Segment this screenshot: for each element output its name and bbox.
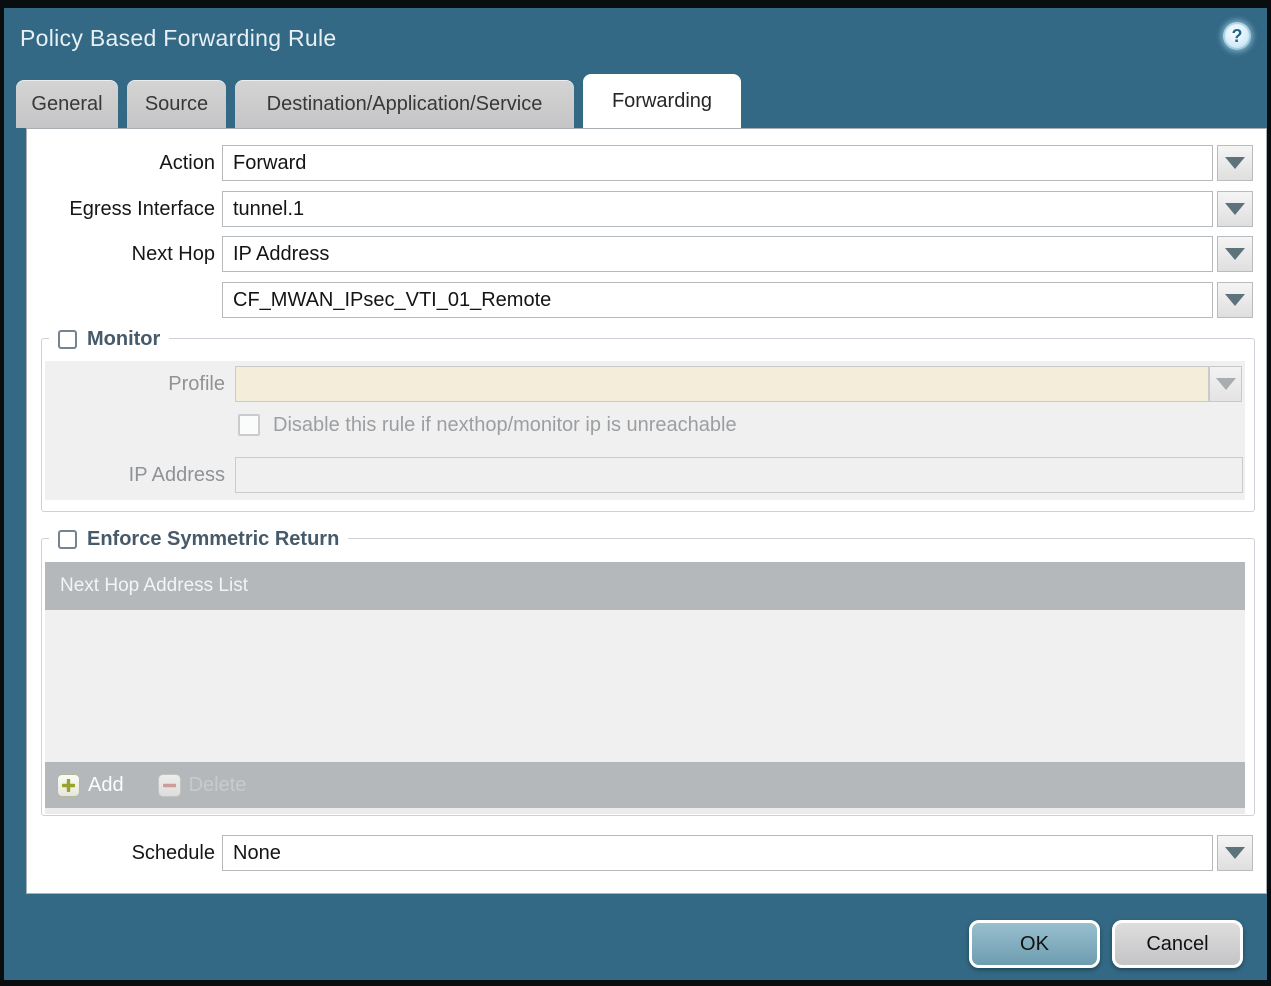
action-dropdown-button[interactable]: [1217, 145, 1253, 181]
ok-button[interactable]: OK: [969, 920, 1100, 968]
monitor-ip-address-label: IP Address: [128, 464, 225, 486]
add-button-label: Add: [88, 773, 124, 796]
chevron-down-icon: [1225, 157, 1245, 169]
tab-source[interactable]: Source: [127, 80, 226, 128]
next-hop-type-select[interactable]: IP Address: [222, 236, 1213, 272]
next-hop-label: Next Hop: [131, 243, 215, 265]
dialog-title: Policy Based Forwarding Rule: [20, 25, 337, 51]
delete-button: Delete: [157, 773, 247, 797]
next-hop-dropdown-button[interactable]: [1217, 236, 1253, 272]
egress-interface-dropdown-button[interactable]: [1217, 191, 1253, 227]
schedule-select[interactable]: None: [222, 835, 1213, 871]
forwarding-tab-panel: Action Forward Egress Interface tunnel.1…: [26, 128, 1267, 894]
chevron-down-icon: [1225, 203, 1245, 215]
tab-forwarding[interactable]: Forwarding: [583, 74, 741, 128]
delete-button-label: Delete: [188, 773, 247, 796]
minus-icon: [157, 773, 181, 797]
next-hop-address-row: CF_MWAN_IPsec_VTI_01_Remote: [27, 282, 1266, 318]
esr-legend: Enforce Symmetric Return: [49, 526, 349, 552]
cancel-button[interactable]: Cancel: [1112, 920, 1243, 968]
grid-column-header: Next Hop Address List: [45, 562, 1245, 610]
pbf-rule-dialog: Policy Based Forwarding Rule ? General S…: [4, 8, 1267, 980]
next-hop-address-select[interactable]: CF_MWAN_IPsec_VTI_01_Remote: [222, 282, 1213, 318]
chevron-down-icon: [1225, 847, 1245, 859]
tab-bar: General Source Destination/Application/S…: [16, 74, 741, 128]
action-label: Action: [159, 152, 215, 174]
schedule-dropdown-button[interactable]: [1217, 835, 1253, 871]
schedule-row: Schedule None: [27, 835, 1266, 871]
action-select[interactable]: Forward: [222, 145, 1213, 181]
monitor-panel: Profile Disable this rule if nexthop/mon…: [45, 361, 1245, 500]
egress-interface-select[interactable]: tunnel.1: [222, 191, 1213, 227]
monitor-legend-label: Monitor: [87, 327, 161, 350]
esr-legend-label: Enforce Symmetric Return: [87, 527, 340, 550]
help-icon[interactable]: ?: [1223, 22, 1251, 50]
enforce-symmetric-return-fieldset: Enforce Symmetric Return Next Hop Addres…: [41, 526, 1255, 816]
grid-toolbar: Add Delete: [45, 762, 1245, 808]
chevron-down-icon: [1215, 378, 1236, 390]
egress-interface-label: Egress Interface: [69, 198, 215, 220]
monitor-legend: Monitor: [49, 326, 170, 352]
monitor-fieldset: Monitor Profile Disable this rule if nex…: [41, 326, 1255, 512]
plus-icon: [57, 773, 80, 797]
action-row: Action Forward: [27, 145, 1266, 181]
tab-general[interactable]: General: [16, 80, 118, 128]
egress-interface-row: Egress Interface tunnel.1: [27, 191, 1266, 227]
disable-rule-label: Disable this rule if nexthop/monitor ip …: [273, 414, 737, 436]
chevron-down-icon: [1225, 294, 1245, 306]
next-hop-address-list-grid: Next Hop Address List Add Delete: [45, 562, 1245, 814]
profile-dropdown-button: [1209, 366, 1242, 402]
profile-label: Profile: [168, 373, 225, 395]
monitor-checkbox[interactable]: [58, 329, 77, 349]
add-button[interactable]: Add: [57, 773, 124, 797]
next-hop-address-dropdown-button[interactable]: [1217, 282, 1253, 318]
monitor-ip-address-input: [235, 457, 1243, 493]
disable-rule-checkbox: [238, 414, 260, 436]
profile-select: [235, 366, 1209, 402]
schedule-label: Schedule: [131, 842, 215, 864]
grid-bottom-strip: [45, 808, 1245, 814]
next-hop-row: Next Hop IP Address: [27, 236, 1266, 272]
tab-destination-application-service[interactable]: Destination/Application/Service: [235, 80, 574, 128]
grid-body-empty: [45, 610, 1245, 762]
question-glyph: ?: [1231, 25, 1243, 46]
enforce-symmetric-return-checkbox[interactable]: [58, 529, 77, 549]
chevron-down-icon: [1225, 248, 1245, 260]
